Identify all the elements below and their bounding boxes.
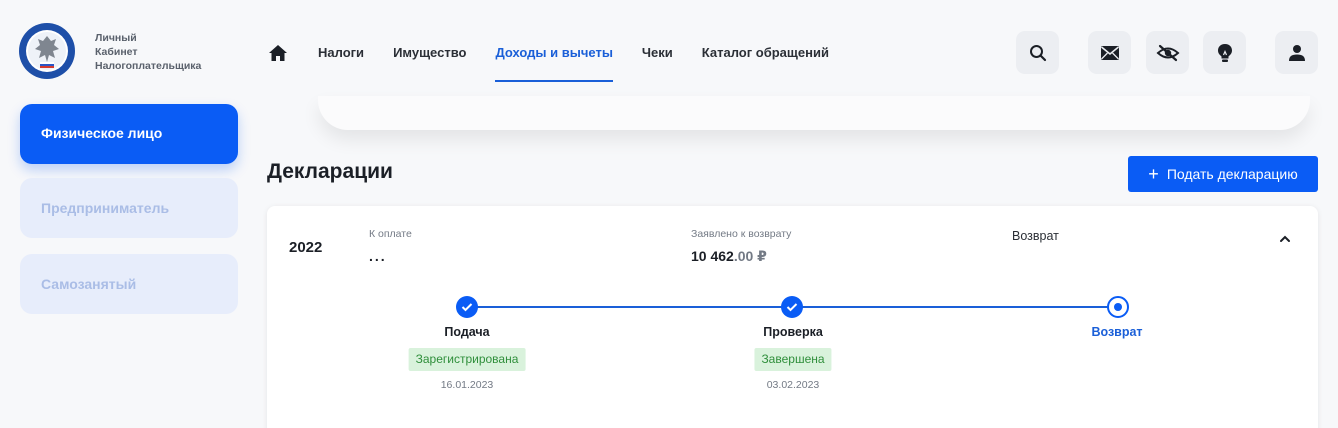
step-submit-done-dot <box>456 296 478 318</box>
check-icon <box>461 303 473 312</box>
check-icon <box>786 303 798 312</box>
profile-button[interactable] <box>1275 31 1318 74</box>
search-icon <box>1029 44 1046 61</box>
search-button[interactable] <box>1016 31 1059 74</box>
current-step-marker <box>1114 303 1122 311</box>
eye-off-icon <box>1156 44 1179 61</box>
brand-title: Личный Кабинет Налогоплательщика <box>95 31 201 73</box>
step-date-check: 03.02.2023 <box>766 379 820 391</box>
to-pay-value: ... <box>369 248 387 264</box>
step-check-done-dot <box>781 296 803 318</box>
refund-value-dec: .00 ₽ <box>733 248 767 264</box>
brand-line-3: Налогоплательщика <box>95 60 202 72</box>
sidebar-item-self-employed[interactable]: Самозанятый <box>20 254 238 314</box>
plus-icon: + <box>1148 164 1159 184</box>
fns-logo <box>19 23 75 79</box>
messages-button[interactable] <box>1088 31 1131 74</box>
refund-value: 10 462.00 ₽ <box>691 248 767 265</box>
submit-declaration-label: Подать декларацию <box>1166 166 1298 182</box>
refund-label: Заявлено к возврату <box>691 228 792 240</box>
brand-line-2: Кабинет <box>95 46 138 58</box>
user-icon <box>1288 44 1305 61</box>
submit-declaration-button[interactable]: + Подать декларацию <box>1128 156 1318 192</box>
step-label-submit: Подача <box>444 325 490 339</box>
nav-item-taxes[interactable]: Налоги <box>318 30 364 82</box>
main-nav: Налоги Имущество Доходы и вычеты Чеки Ка… <box>268 30 858 82</box>
step-label-refund: Возврат <box>1091 325 1143 339</box>
chevron-up-icon[interactable] <box>1278 232 1292 246</box>
refund-value-int: 10 462 <box>691 248 734 264</box>
step-label-check: Проверка <box>763 325 823 339</box>
declaration-year: 2022 <box>289 239 323 256</box>
tips-button[interactable] <box>1203 31 1246 74</box>
nav-item-appeals-catalog[interactable]: Каталог обращений <box>702 30 829 82</box>
lightbulb-icon <box>1217 43 1232 62</box>
status-badge-registered: Зарегистрирована <box>408 348 526 371</box>
sidebar-item-individual[interactable]: Физическое лицо <box>20 104 238 164</box>
visibility-toggle-button[interactable] <box>1146 31 1189 74</box>
mail-icon <box>1100 45 1119 60</box>
declaration-card: 2022 К оплате ... Заявлено к возврату 10… <box>267 206 1318 428</box>
home-icon[interactable] <box>268 43 288 63</box>
to-pay-label: К оплате <box>369 228 412 240</box>
step-date-submit: 16.01.2023 <box>440 379 494 391</box>
nav-item-income-deductions[interactable]: Доходы и вычеты <box>495 30 614 82</box>
status-header: Возврат <box>1012 229 1059 243</box>
nav-item-receipts[interactable]: Чеки <box>642 30 673 82</box>
status-badge-completed: Завершена <box>754 348 832 371</box>
nav-item-property[interactable]: Имущество <box>393 30 466 82</box>
sidebar-item-entrepreneur[interactable]: Предприниматель <box>20 178 238 238</box>
step-refund-current-dot <box>1107 296 1129 318</box>
page-title: Декларации <box>267 160 393 183</box>
brand-line-1: Личный <box>95 32 137 44</box>
header-shadow-panel <box>318 96 1310 130</box>
